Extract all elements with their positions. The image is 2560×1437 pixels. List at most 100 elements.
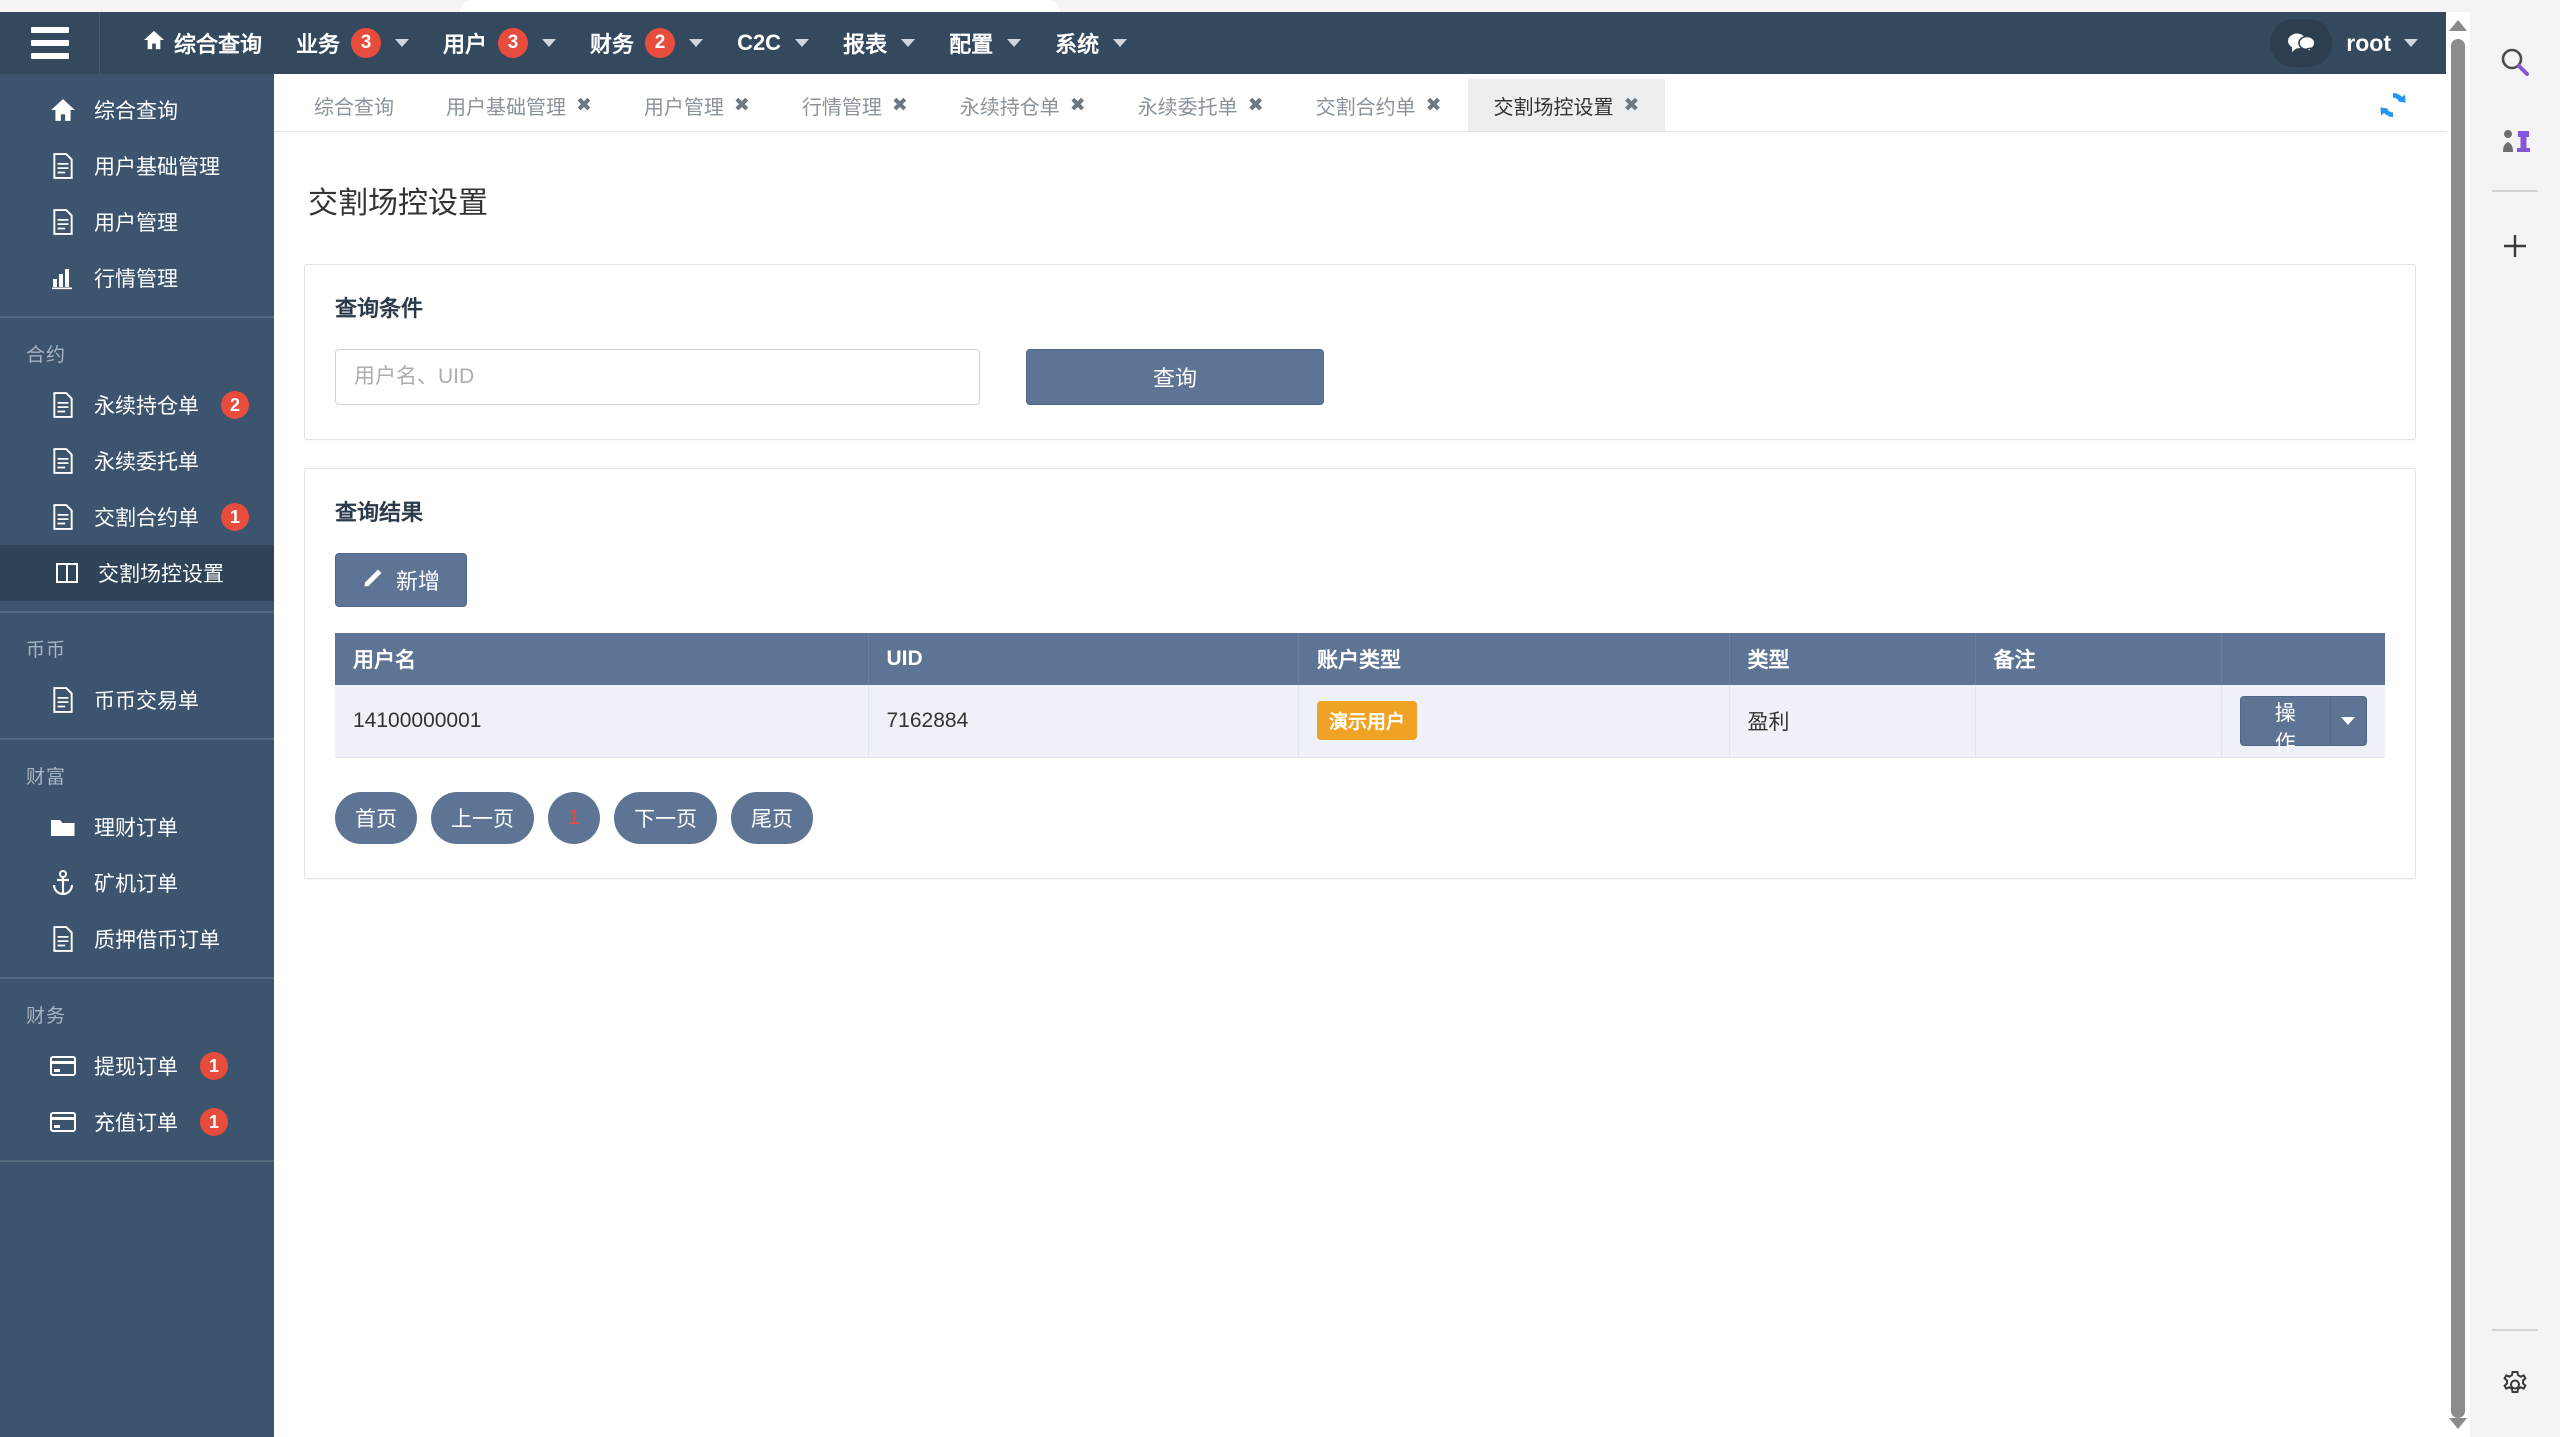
sidebar-item-交割场控设置[interactable]: 交割场控设置	[0, 545, 274, 601]
tab-label: 永续持仓单	[959, 96, 1060, 119]
close-icon[interactable]: ✖	[1248, 94, 1264, 117]
chess-pieces-icon[interactable]	[2485, 110, 2545, 170]
nav-item-报表[interactable]: 报表	[826, 12, 932, 74]
cell-actions: 操作	[2221, 685, 2385, 758]
query-form-row: 查询	[335, 349, 2385, 406]
tab-永续委托单[interactable]: 永续委托单 ✖	[1112, 79, 1290, 131]
nav-item-配置[interactable]: 配置	[932, 12, 1038, 74]
sidebar-group-heading: 财富	[26, 767, 67, 788]
close-icon[interactable]: ✖	[1624, 94, 1640, 117]
tab-交割合约单[interactable]: 交割合约单 ✖	[1290, 79, 1468, 131]
column-header-uid[interactable]: UID	[868, 633, 1299, 686]
sidebar-item-综合查询[interactable]: 综合查询	[0, 82, 274, 138]
sidebar-item-理财订单[interactable]: 理财订单	[0, 799, 274, 855]
sidebar-item-label: 充值订单	[94, 1112, 178, 1135]
sidebar-item-用户管理[interactable]: 用户管理	[0, 194, 274, 250]
sidebar-item-label: 理财订单	[94, 817, 178, 840]
close-icon[interactable]: ✖	[576, 94, 592, 117]
triangle-down-icon[interactable]	[2449, 1418, 2467, 1429]
sidebar-item-充值订单[interactable]: 充值订单 1	[0, 1094, 274, 1150]
tab-永续持仓单[interactable]: 永续持仓单 ✖	[934, 79, 1112, 131]
browser-tab-nub[interactable]	[460, 0, 1060, 12]
sidebar-item-label: 永续委托单	[94, 451, 199, 474]
sidebar-item-交割合约单[interactable]: 交割合约单 1	[0, 489, 274, 545]
nav-item-系统[interactable]: 系统	[1038, 12, 1144, 74]
sidebar-item-label: 交割场控设置	[98, 563, 224, 586]
chevron-down-icon	[395, 39, 410, 47]
nav-badge: 3	[498, 28, 529, 58]
tab-label: 永续委托单	[1137, 96, 1238, 119]
refresh-icon[interactable]	[2376, 88, 2410, 127]
pagination-last-button[interactable]: 尾页	[731, 791, 813, 844]
nav-item-业务[interactable]: 业务 3	[279, 12, 426, 74]
gear-icon[interactable]	[2485, 1355, 2545, 1415]
query-conditions-panel: 查询条件 查询	[304, 264, 2416, 441]
column-header-account-type[interactable]: 账户类型	[1298, 633, 1730, 686]
nav-item-财务[interactable]: 财务 2	[573, 12, 720, 74]
document-icon	[50, 209, 76, 235]
page-body: 交割场控设置 查询条件 查询 查询结果	[274, 152, 2446, 879]
sidebar-group: 财富 理财订单 矿机订单 质押借币订单	[0, 740, 274, 979]
sidebar-item-行情管理[interactable]: 行情管理	[0, 250, 274, 306]
add-button[interactable]: 新增	[335, 553, 468, 608]
column-header-remark[interactable]: 备注	[1975, 633, 2222, 686]
sidebar-item-矿机订单[interactable]: 矿机订单	[0, 855, 274, 911]
tab-用户基础管理[interactable]: 用户基础管理 ✖	[420, 79, 618, 131]
tab-行情管理[interactable]: 行情管理 ✖	[776, 79, 934, 131]
nav-item-c2c[interactable]: C2C	[720, 12, 826, 74]
pencil-icon	[362, 566, 384, 594]
chevron-down-icon[interactable]	[2329, 695, 2367, 746]
search-input[interactable]	[335, 349, 980, 406]
nav-item-label: 用户	[443, 32, 488, 57]
sidebar-item-用户基础管理[interactable]: 用户基础管理	[0, 138, 274, 194]
sidebar-item-永续持仓单[interactable]: 永续持仓单 2	[0, 377, 274, 433]
close-icon[interactable]: ✖	[1070, 94, 1086, 117]
rail-divider	[2492, 1329, 2538, 1331]
pagination-prev-button[interactable]: 上一页	[431, 791, 534, 844]
page-scrollbar[interactable]	[2446, 12, 2470, 1437]
query-submit-button[interactable]: 查询	[1026, 349, 1324, 406]
sidebar-item-label: 行情管理	[94, 268, 178, 291]
nav-item-用户[interactable]: 用户 3	[426, 12, 573, 74]
column-header-type[interactable]: 类型	[1729, 633, 1976, 686]
sidebar-item-币币交易单[interactable]: 币币交易单	[0, 672, 274, 728]
chat-bubbles-icon[interactable]	[2270, 19, 2333, 67]
folder-icon	[50, 816, 76, 838]
browser-window: 综合查询 业务 3 用户 3 财务 2 C2C 报表 配置 系统 root 综合…	[0, 0, 2560, 1437]
table-row[interactable]: 14100000001 7162884 演示用户 盈利 操作	[335, 685, 2385, 758]
sidebar-group-heading: 合约	[26, 345, 67, 366]
sidebar-badge: 1	[200, 1052, 228, 1080]
scrollbar-thumb[interactable]	[2451, 39, 2465, 1418]
action-button-group: 操作	[2239, 695, 2367, 755]
tab-综合查询[interactable]: 综合查询	[288, 79, 420, 131]
chevron-down-icon	[1007, 39, 1022, 47]
sidebar-item-提现订单[interactable]: 提现订单 1	[0, 1038, 274, 1094]
sidebar-item-质押借币订单[interactable]: 质押借币订单	[0, 911, 274, 967]
triangle-up-icon[interactable]	[2449, 20, 2467, 31]
pagination-current-page[interactable]: 1	[548, 791, 600, 844]
table-body: 14100000001 7162884 演示用户 盈利 操作	[335, 685, 2385, 758]
column-header-username[interactable]: 用户名	[335, 633, 869, 686]
plus-icon[interactable]	[2485, 216, 2545, 276]
tab-用户管理[interactable]: 用户管理 ✖	[618, 79, 776, 131]
content-area: 综合查询 用户基础管理 ✖ 用户管理 ✖ 行情管理 ✖ 永续持仓单 ✖ 永续委托…	[274, 74, 2446, 1437]
query-results-panel: 查询结果 新增 用户名 UID 账户类型 类型 备注 14100000001 7…	[304, 468, 2416, 879]
nav-item-综合查询[interactable]: 综合查询	[126, 12, 279, 74]
document-icon	[50, 448, 76, 474]
hamburger-icon[interactable]	[0, 12, 100, 74]
add-button-label: 新增	[396, 569, 441, 595]
close-icon[interactable]: ✖	[1426, 94, 1442, 117]
tab-交割场控设置[interactable]: 交割场控设置 ✖	[1467, 79, 1666, 131]
pagination-first-button[interactable]: 首页	[335, 791, 417, 844]
pagination: 首页 上一页 1 下一页 尾页	[335, 791, 2385, 844]
close-icon[interactable]: ✖	[734, 94, 750, 117]
document-icon	[50, 687, 76, 713]
chevron-down-icon	[901, 39, 916, 47]
pagination-next-button[interactable]: 下一页	[614, 791, 717, 844]
search-icon[interactable]	[2485, 32, 2545, 92]
user-menu[interactable]: root	[2346, 30, 2418, 57]
sidebar-item-永续委托单[interactable]: 永续委托单	[0, 433, 274, 489]
navbar-menu: 综合查询 业务 3 用户 3 财务 2 C2C 报表 配置 系统	[100, 12, 1144, 74]
close-icon[interactable]: ✖	[892, 94, 908, 117]
action-button[interactable]: 操作	[2239, 695, 2330, 755]
